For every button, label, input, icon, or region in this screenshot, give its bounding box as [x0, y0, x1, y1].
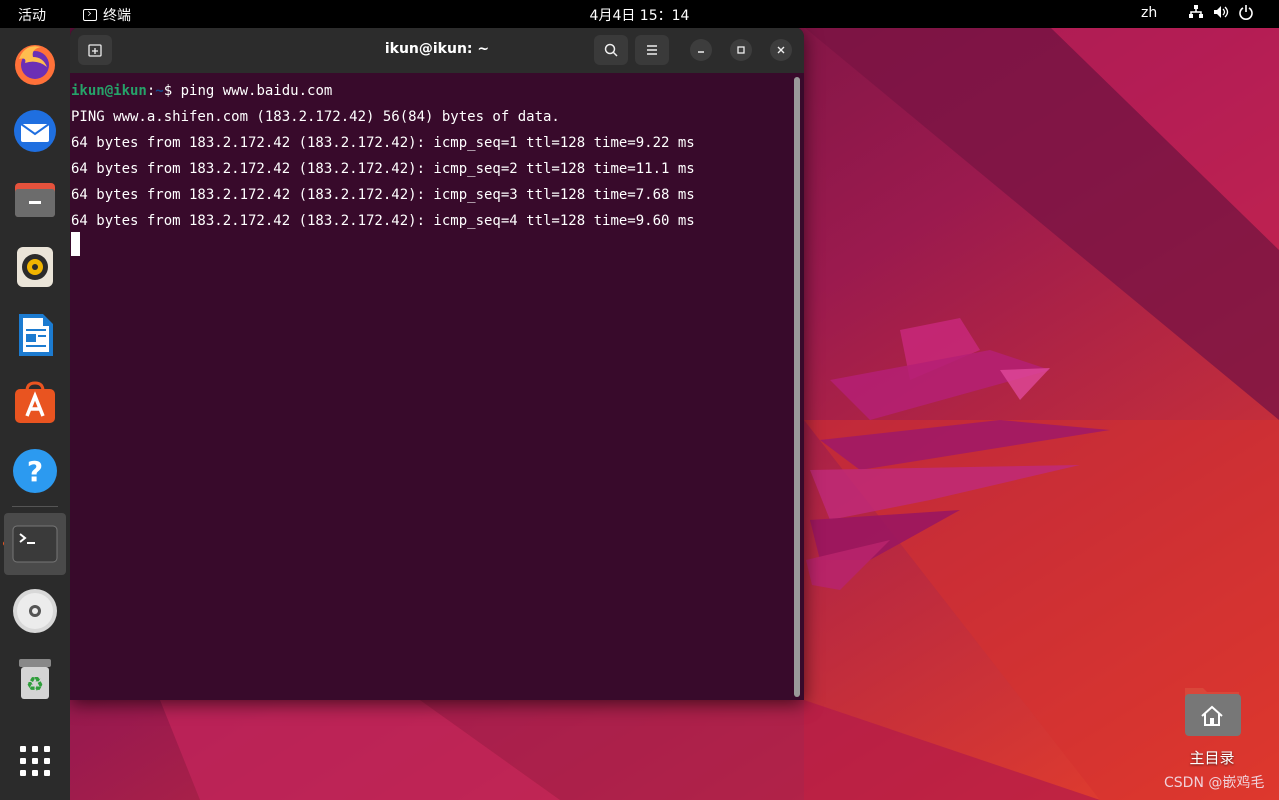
maximize-button[interactable] [730, 39, 752, 61]
terminal-headerbar[interactable]: ikun@ikun: ~ [70, 27, 804, 73]
menu-button[interactable] [635, 35, 669, 65]
disc-icon [13, 589, 57, 633]
home-folder-icon[interactable] [1183, 682, 1241, 738]
command-text: ping www.baidu.com [180, 83, 333, 99]
dock-rhythmbox[interactable] [8, 240, 62, 294]
dock-show-apps[interactable] [8, 734, 62, 788]
output-line: 64 bytes from 183.2.172.42 (183.2.172.42… [71, 213, 695, 229]
dock-help[interactable]: ? [8, 444, 62, 498]
dock-trash[interactable]: ♻ [8, 652, 62, 706]
terminal-window[interactable]: ikun@ikun: ~ ikun@ikun:~$ ping www.baidu… [70, 27, 804, 700]
dock-files[interactable] [8, 172, 62, 226]
files-icon [15, 183, 55, 217]
network-icon[interactable] [1188, 4, 1204, 20]
minimize-button[interactable] [690, 39, 712, 61]
top-bar: 活动 终端 4月4日 15：14 zh [0, 0, 1279, 28]
dock-terminal[interactable] [4, 513, 66, 575]
dock: ? ♻ [0, 28, 70, 800]
trash-icon: ♻ [19, 659, 51, 699]
minimize-icon [698, 51, 704, 53]
mail-icon [14, 110, 56, 152]
svg-text:?: ? [27, 455, 43, 488]
dock-writer[interactable] [8, 308, 62, 362]
output-line: 64 bytes from 183.2.172.42 (183.2.172.42… [71, 187, 695, 203]
speaker-icon [17, 247, 53, 287]
grid-icon [20, 746, 50, 776]
svg-text:♻: ♻ [26, 672, 44, 696]
dock-disc[interactable] [8, 584, 62, 638]
firefox-icon [15, 45, 55, 85]
maximize-icon [737, 46, 745, 54]
hamburger-menu-icon [647, 45, 657, 55]
app-store-icon [15, 381, 55, 423]
command-line: ikun@ikun:~$ ping www.baidu.com [71, 81, 332, 101]
dock-firefox[interactable] [8, 36, 62, 90]
power-icon[interactable] [1238, 4, 1254, 20]
volume-icon[interactable] [1213, 4, 1229, 20]
scrollbar[interactable] [794, 77, 800, 697]
input-language[interactable]: zh [1141, 5, 1157, 21]
help-icon: ? [13, 449, 57, 493]
output-line: 64 bytes from 183.2.172.42 (183.2.172.42… [71, 135, 695, 151]
prompt-dollar: $ [163, 83, 181, 99]
text-cursor [71, 232, 80, 256]
watermark: CSDN @嵌鸡毛 [1164, 775, 1265, 791]
prompt-path: ~ [155, 83, 164, 99]
home-folder-label[interactable]: 主目录 [1150, 747, 1274, 768]
dock-thunderbird[interactable] [8, 104, 62, 158]
document-icon [19, 314, 53, 356]
search-icon [604, 43, 618, 57]
clock[interactable]: 4月4日 15：14 [0, 5, 1279, 25]
dock-separator [12, 506, 58, 507]
close-icon [777, 46, 785, 54]
close-button[interactable] [770, 39, 792, 61]
output-line: PING www.a.shifen.com (183.2.172.42) 56(… [71, 109, 560, 125]
dock-app-center[interactable] [8, 376, 62, 430]
output-line: 64 bytes from 183.2.172.42 (183.2.172.42… [71, 161, 695, 177]
terminal-content[interactable]: ikun@ikun:~$ ping www.baidu.com PING www… [70, 73, 792, 700]
search-button[interactable] [594, 35, 628, 65]
terminal-icon [12, 525, 58, 563]
system-tray[interactable] [1188, 4, 1254, 20]
prompt-user: ikun@ikun [71, 83, 147, 99]
